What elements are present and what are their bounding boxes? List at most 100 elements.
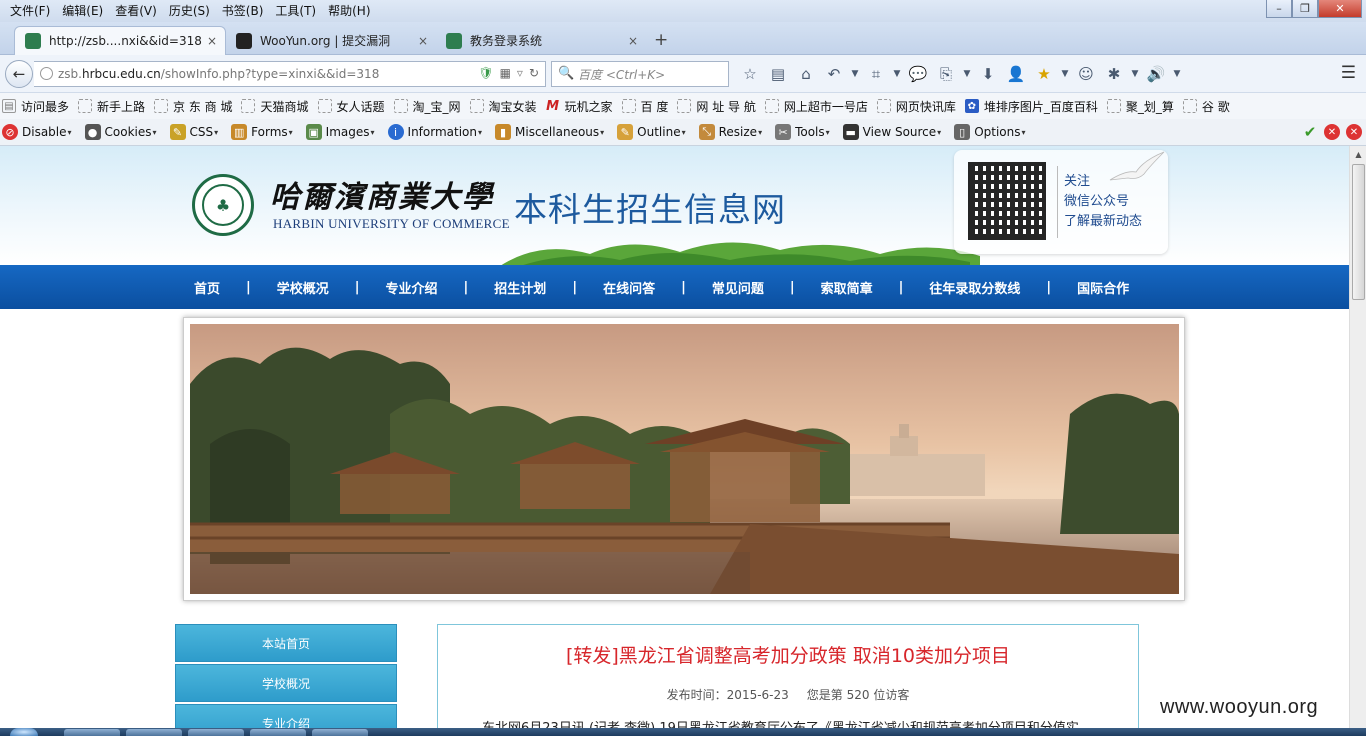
bookmark-item[interactable]: 天猫商城 (241, 98, 309, 115)
error-icon[interactable]: ✕ (1324, 124, 1340, 140)
new-tab-button[interactable]: + (654, 30, 668, 50)
menu-view[interactable]: 查看(V) (109, 2, 163, 19)
dev-cookies-menu[interactable]: ● Cookies ▾ (84, 124, 157, 140)
dev-images-menu[interactable]: ▣ Images ▾ (305, 124, 375, 140)
back-button[interactable]: ← (5, 60, 33, 88)
menu-history[interactable]: 历史(S) (163, 2, 216, 19)
close-window-button[interactable]: ✕ (1318, 0, 1362, 18)
favorites-icon[interactable]: ★ (1030, 63, 1058, 85)
dev-disable-menu[interactable]: ⊘ Disable ▾ (2, 124, 72, 140)
taskbar-app[interactable] (312, 729, 368, 736)
sidebar-item-home[interactable]: 本站首页 (175, 624, 397, 662)
reload-icon[interactable]: ↻ (529, 66, 539, 80)
dev-view-source-menu[interactable]: ▬ View Source ▾ (842, 124, 941, 140)
bookmark-item[interactable]: 淘_宝_网 (393, 98, 461, 115)
tab-close-icon[interactable]: × (418, 34, 428, 48)
home-icon[interactable]: ⌂ (792, 63, 820, 85)
error-icon[interactable]: ✕ (1346, 124, 1362, 140)
menu-help[interactable]: 帮助(H) (322, 2, 376, 19)
caret-down-icon: ▾ (152, 127, 157, 137)
menu-bookmarks[interactable]: 书签(B) (216, 2, 270, 19)
scroll-up-icon[interactable]: ▲ (1350, 146, 1366, 163)
bookmark-item[interactable]: M 玩机之家 (546, 98, 612, 115)
chevron-down-icon[interactable]: ▼ (890, 63, 904, 85)
search-icon: 🔍 (558, 66, 575, 81)
qr-code-icon[interactable]: ▦ (500, 66, 511, 80)
dev-resize-menu[interactable]: ⤡ Resize ▾ (698, 124, 762, 140)
chevron-down-icon[interactable]: ▼ (1128, 63, 1142, 85)
bookmark-item[interactable]: 聚_划_算 (1106, 98, 1174, 115)
dev-information-menu[interactable]: i Information ▾ (387, 124, 482, 140)
nav-home[interactable]: 首页 (194, 278, 220, 297)
page-scrollbar[interactable]: ▲ (1349, 146, 1366, 728)
nav-brochure[interactable]: 索取简章 (821, 278, 873, 297)
menu-edit[interactable]: 编辑(E) (56, 2, 109, 19)
taskbar-app[interactable] (250, 729, 306, 736)
dev-forms-menu[interactable]: ▥ Forms ▾ (231, 124, 293, 140)
dev-outline-menu[interactable]: ✎ Outline ▾ (617, 124, 686, 140)
dev-menu-label: Resize (718, 125, 758, 139)
nav-school-overview[interactable]: 学校概况 (277, 278, 329, 297)
chevron-down-icon[interactable]: ▼ (1058, 63, 1072, 85)
bookmark-item[interactable]: 淘宝女装 (469, 98, 537, 115)
tab-wooyun[interactable]: WooYun.org | 提交漏洞 × (226, 26, 436, 55)
nav-admission-plan[interactable]: 招生计划 (494, 278, 546, 297)
bookmark-label: 谷 歌 (1201, 99, 1230, 114)
bookmark-item[interactable]: 京 东 商 城 (154, 98, 232, 115)
maximize-button[interactable]: ❐ (1292, 0, 1318, 18)
dev-options-menu[interactable]: ▯ Options ▾ (954, 124, 1026, 140)
tab-close-icon[interactable]: × (207, 34, 217, 48)
menu-file[interactable]: 文件(F) (4, 2, 56, 19)
bookmark-item[interactable]: 新手上路 (78, 98, 145, 115)
menu-icon[interactable]: ☰ (1341, 63, 1356, 83)
bookmark-item[interactable]: 网 址 导 航 (677, 98, 756, 115)
start-button[interactable] (10, 728, 38, 736)
download-icon[interactable]: ⬇ (974, 63, 1002, 85)
dropdown-arrow-icon[interactable]: ▿ (517, 66, 523, 80)
bookmark-item[interactable]: 百 度 (621, 98, 668, 115)
share-icon[interactable]: ⎘ (932, 63, 960, 85)
nav-majors[interactable]: 专业介绍 (386, 278, 438, 297)
undo-icon[interactable]: ↶ (820, 63, 848, 85)
dev-tools-menu[interactable]: ✂ Tools ▾ (775, 124, 830, 140)
nav-international[interactable]: 国际合作 (1077, 278, 1129, 297)
checkmark-icon[interactable]: ✔ (1302, 123, 1318, 141)
tab-current-page[interactable]: http://zsb....nxi&&id=318 × (14, 26, 226, 55)
scroll-thumb[interactable] (1352, 164, 1365, 300)
user-icon[interactable]: 👤 (1002, 63, 1030, 85)
bookmark-item[interactable]: 网页快讯库 (876, 98, 956, 115)
taskbar-app[interactable] (64, 729, 120, 736)
sidebar-item-majors[interactable]: 专业介绍 (175, 704, 397, 728)
star-icon[interactable]: ☆ (736, 63, 764, 85)
bookmark-item[interactable]: 谷 歌 (1182, 98, 1230, 115)
smiley-icon[interactable]: ☺ (1072, 63, 1100, 85)
reader-icon[interactable]: ▤ (764, 63, 792, 85)
chevron-down-icon[interactable]: ▼ (1170, 63, 1184, 85)
bookmark-item[interactable]: 网上超市一号店 (764, 98, 868, 115)
nav-faq[interactable]: 常见问题 (712, 278, 764, 297)
nav-online-qa[interactable]: 在线问答 (603, 278, 655, 297)
chevron-down-icon[interactable]: ▼ (960, 63, 974, 85)
dev-misc-menu[interactable]: ▮ Miscellaneous ▾ (495, 124, 604, 140)
university-seal-logo[interactable]: ♣ (192, 174, 254, 236)
tab-close-icon[interactable]: × (628, 34, 638, 48)
taskbar-app[interactable] (188, 729, 244, 736)
bookmark-item[interactable]: ▤ 访问最多 (2, 98, 69, 115)
bookmark-item[interactable]: 女人话题 (317, 98, 385, 115)
tab-academic-login[interactable]: 教务登录系统 × (436, 26, 646, 55)
shield-check-icon[interactable]: 🛡 (478, 66, 493, 80)
nav-past-scores[interactable]: 往年录取分数线 (929, 278, 1020, 297)
search-input[interactable]: 🔍 百度 <Ctrl+K> (551, 61, 729, 87)
taskbar-app[interactable] (126, 729, 182, 736)
menu-tools[interactable]: 工具(T) (269, 2, 322, 19)
dev-css-menu[interactable]: ✎ CSS ▾ (169, 124, 218, 140)
sidebar-item-school-overview[interactable]: 学校概况 (175, 664, 397, 702)
bookmark-item[interactable]: ✿ 堆排序图片_百度百科 (964, 98, 1098, 115)
sound-icon[interactable]: 🔊 (1142, 63, 1170, 85)
bug-icon[interactable]: ✱ (1100, 63, 1128, 85)
address-bar[interactable]: zsb. hrbcu.edu.cn/showInfo.php?type=xinxi… (34, 61, 546, 87)
chevron-down-icon[interactable]: ▼ (848, 63, 862, 85)
minimize-button[interactable]: – (1266, 0, 1292, 18)
chat-icon[interactable]: 💬 (904, 63, 932, 85)
crop-icon[interactable]: ⌗ (862, 63, 890, 85)
